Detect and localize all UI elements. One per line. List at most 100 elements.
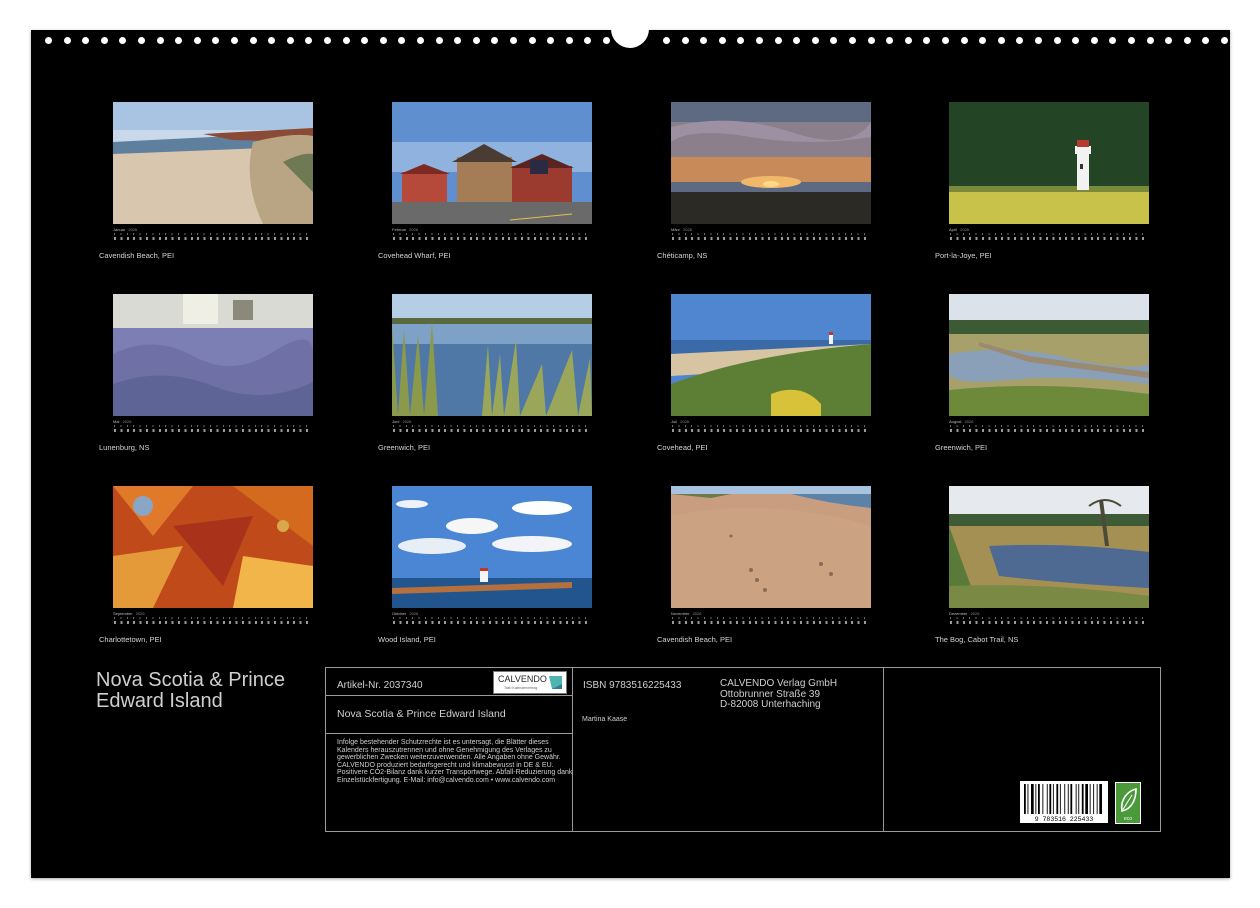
month-name: August <box>949 419 962 424</box>
month-name: April <box>949 227 958 232</box>
date-row <box>114 621 312 624</box>
month-name: März <box>671 227 680 232</box>
month-year: 2026 <box>122 419 132 424</box>
binding-hole <box>268 37 276 44</box>
date-row <box>950 621 1148 624</box>
month-name: November <box>671 611 690 616</box>
weekday-row <box>950 617 1148 619</box>
isbn-barcode: 9 783516 225433 <box>1020 781 1108 823</box>
month-label: April 2026 <box>949 227 969 232</box>
binding-hole <box>849 37 856 44</box>
photo-caption: Charlottetown, PEI <box>99 635 162 644</box>
month-label: Oktober 2026 <box>392 611 418 616</box>
month-name: Januar <box>113 227 126 232</box>
binding-hole <box>1165 37 1173 44</box>
month-photo <box>671 294 871 416</box>
article-number: Artikel-Nr. 2037340 <box>337 680 423 691</box>
month-year: 2026 <box>409 611 419 616</box>
binding-hole <box>361 37 369 44</box>
photo-caption: Lunenburg, NS <box>99 443 150 452</box>
month-label: Juli 2026 <box>671 419 689 424</box>
binding-hole <box>584 37 592 44</box>
month-year: 2026 <box>135 611 145 616</box>
binding-hole <box>528 37 536 44</box>
month-label: September 2026 <box>113 611 145 616</box>
photo-caption: Greenwich, PEI <box>935 443 988 452</box>
weekday-row <box>114 233 312 235</box>
binding-hole <box>119 37 127 44</box>
calendar-title: Nova Scotia & Prince Edward Island <box>96 669 285 712</box>
month-photo <box>392 294 592 416</box>
binding-hole <box>756 37 763 44</box>
date-row <box>672 429 870 432</box>
binding-hole <box>417 37 424 44</box>
binding-hole <box>472 37 480 44</box>
isbn: ISBN 9783516225433 <box>583 680 682 691</box>
month-photo <box>392 486 592 608</box>
binding-hole <box>156 37 164 44</box>
month-label: Januar 2026 <box>113 227 137 232</box>
weekday-row <box>950 233 1148 235</box>
binding-hole <box>774 37 782 44</box>
month-label: Juni 2026 <box>392 419 411 424</box>
binding-hole <box>979 37 987 44</box>
calendar-sheet: Januar 2026 Cavendish Beach, PEI Februar … <box>31 24 1230 878</box>
month-year: 2026 <box>402 419 412 424</box>
month-year: 2026 <box>964 419 974 424</box>
month-name: Oktober <box>392 611 407 616</box>
binding-hole <box>830 37 838 44</box>
binding-hole <box>867 37 875 44</box>
month-year: 2026 <box>970 611 980 616</box>
photo-caption: Wood Island, PEI <box>378 635 436 644</box>
month-label: Mai 2026 <box>113 419 131 424</box>
publisher-name: CALVENDO Verlag GmbH <box>720 678 838 689</box>
weekday-row <box>393 425 591 427</box>
photo-caption: Port-la-Joye, PEI <box>935 251 992 260</box>
binding-hole <box>942 37 949 44</box>
binding-hole <box>193 37 201 44</box>
photo-caption: Cavendish Beach, PEI <box>99 251 175 260</box>
month-photo <box>113 102 313 224</box>
binding-hole <box>1146 37 1154 44</box>
month-name: Juni <box>392 419 400 424</box>
legal-text: Infolge bestehender Schutzrechte ist es … <box>337 739 573 784</box>
date-row <box>393 621 591 624</box>
calendar-subtitle: Nova Scotia & Prince Edward Island <box>337 708 506 720</box>
binding-hole <box>997 37 1005 44</box>
month-year: 2026 <box>128 227 138 232</box>
binding-hole <box>231 37 238 44</box>
binding-hole <box>249 37 257 44</box>
photo-caption: Covehead Wharf, PEI <box>378 251 451 260</box>
photo-caption: Cavendish Beach, PEI <box>657 635 733 644</box>
binding-hole <box>565 37 573 44</box>
binding-hole <box>305 37 313 44</box>
binding-hole <box>700 37 708 44</box>
month-photo <box>671 102 871 224</box>
binding-hole <box>212 37 220 44</box>
month-photo <box>392 102 592 224</box>
binding-hole <box>886 37 894 44</box>
weekday-row <box>393 617 591 619</box>
binding-hole <box>491 37 499 44</box>
binding-hole <box>603 37 610 44</box>
month-name: Mai <box>113 419 120 424</box>
month-photo <box>949 486 1149 608</box>
binding-hole <box>286 37 294 44</box>
binding-hole <box>45 37 52 44</box>
binding-hole <box>63 37 71 44</box>
binding-hole <box>923 37 931 44</box>
month-year: 2026 <box>409 227 419 232</box>
binding-hole <box>718 37 726 44</box>
weekday-row <box>114 425 312 427</box>
binding-hole <box>1128 37 1135 44</box>
binding-hole <box>324 37 331 44</box>
date-row <box>114 237 312 240</box>
binding-hole <box>1202 37 1210 44</box>
month-photo <box>671 486 871 608</box>
binding-hole <box>904 37 912 44</box>
month-name: September <box>113 611 133 616</box>
binding-hole <box>175 37 183 44</box>
month-photo <box>949 102 1149 224</box>
month-label: Dezember 2026 <box>949 611 979 616</box>
date-row <box>950 429 1148 432</box>
